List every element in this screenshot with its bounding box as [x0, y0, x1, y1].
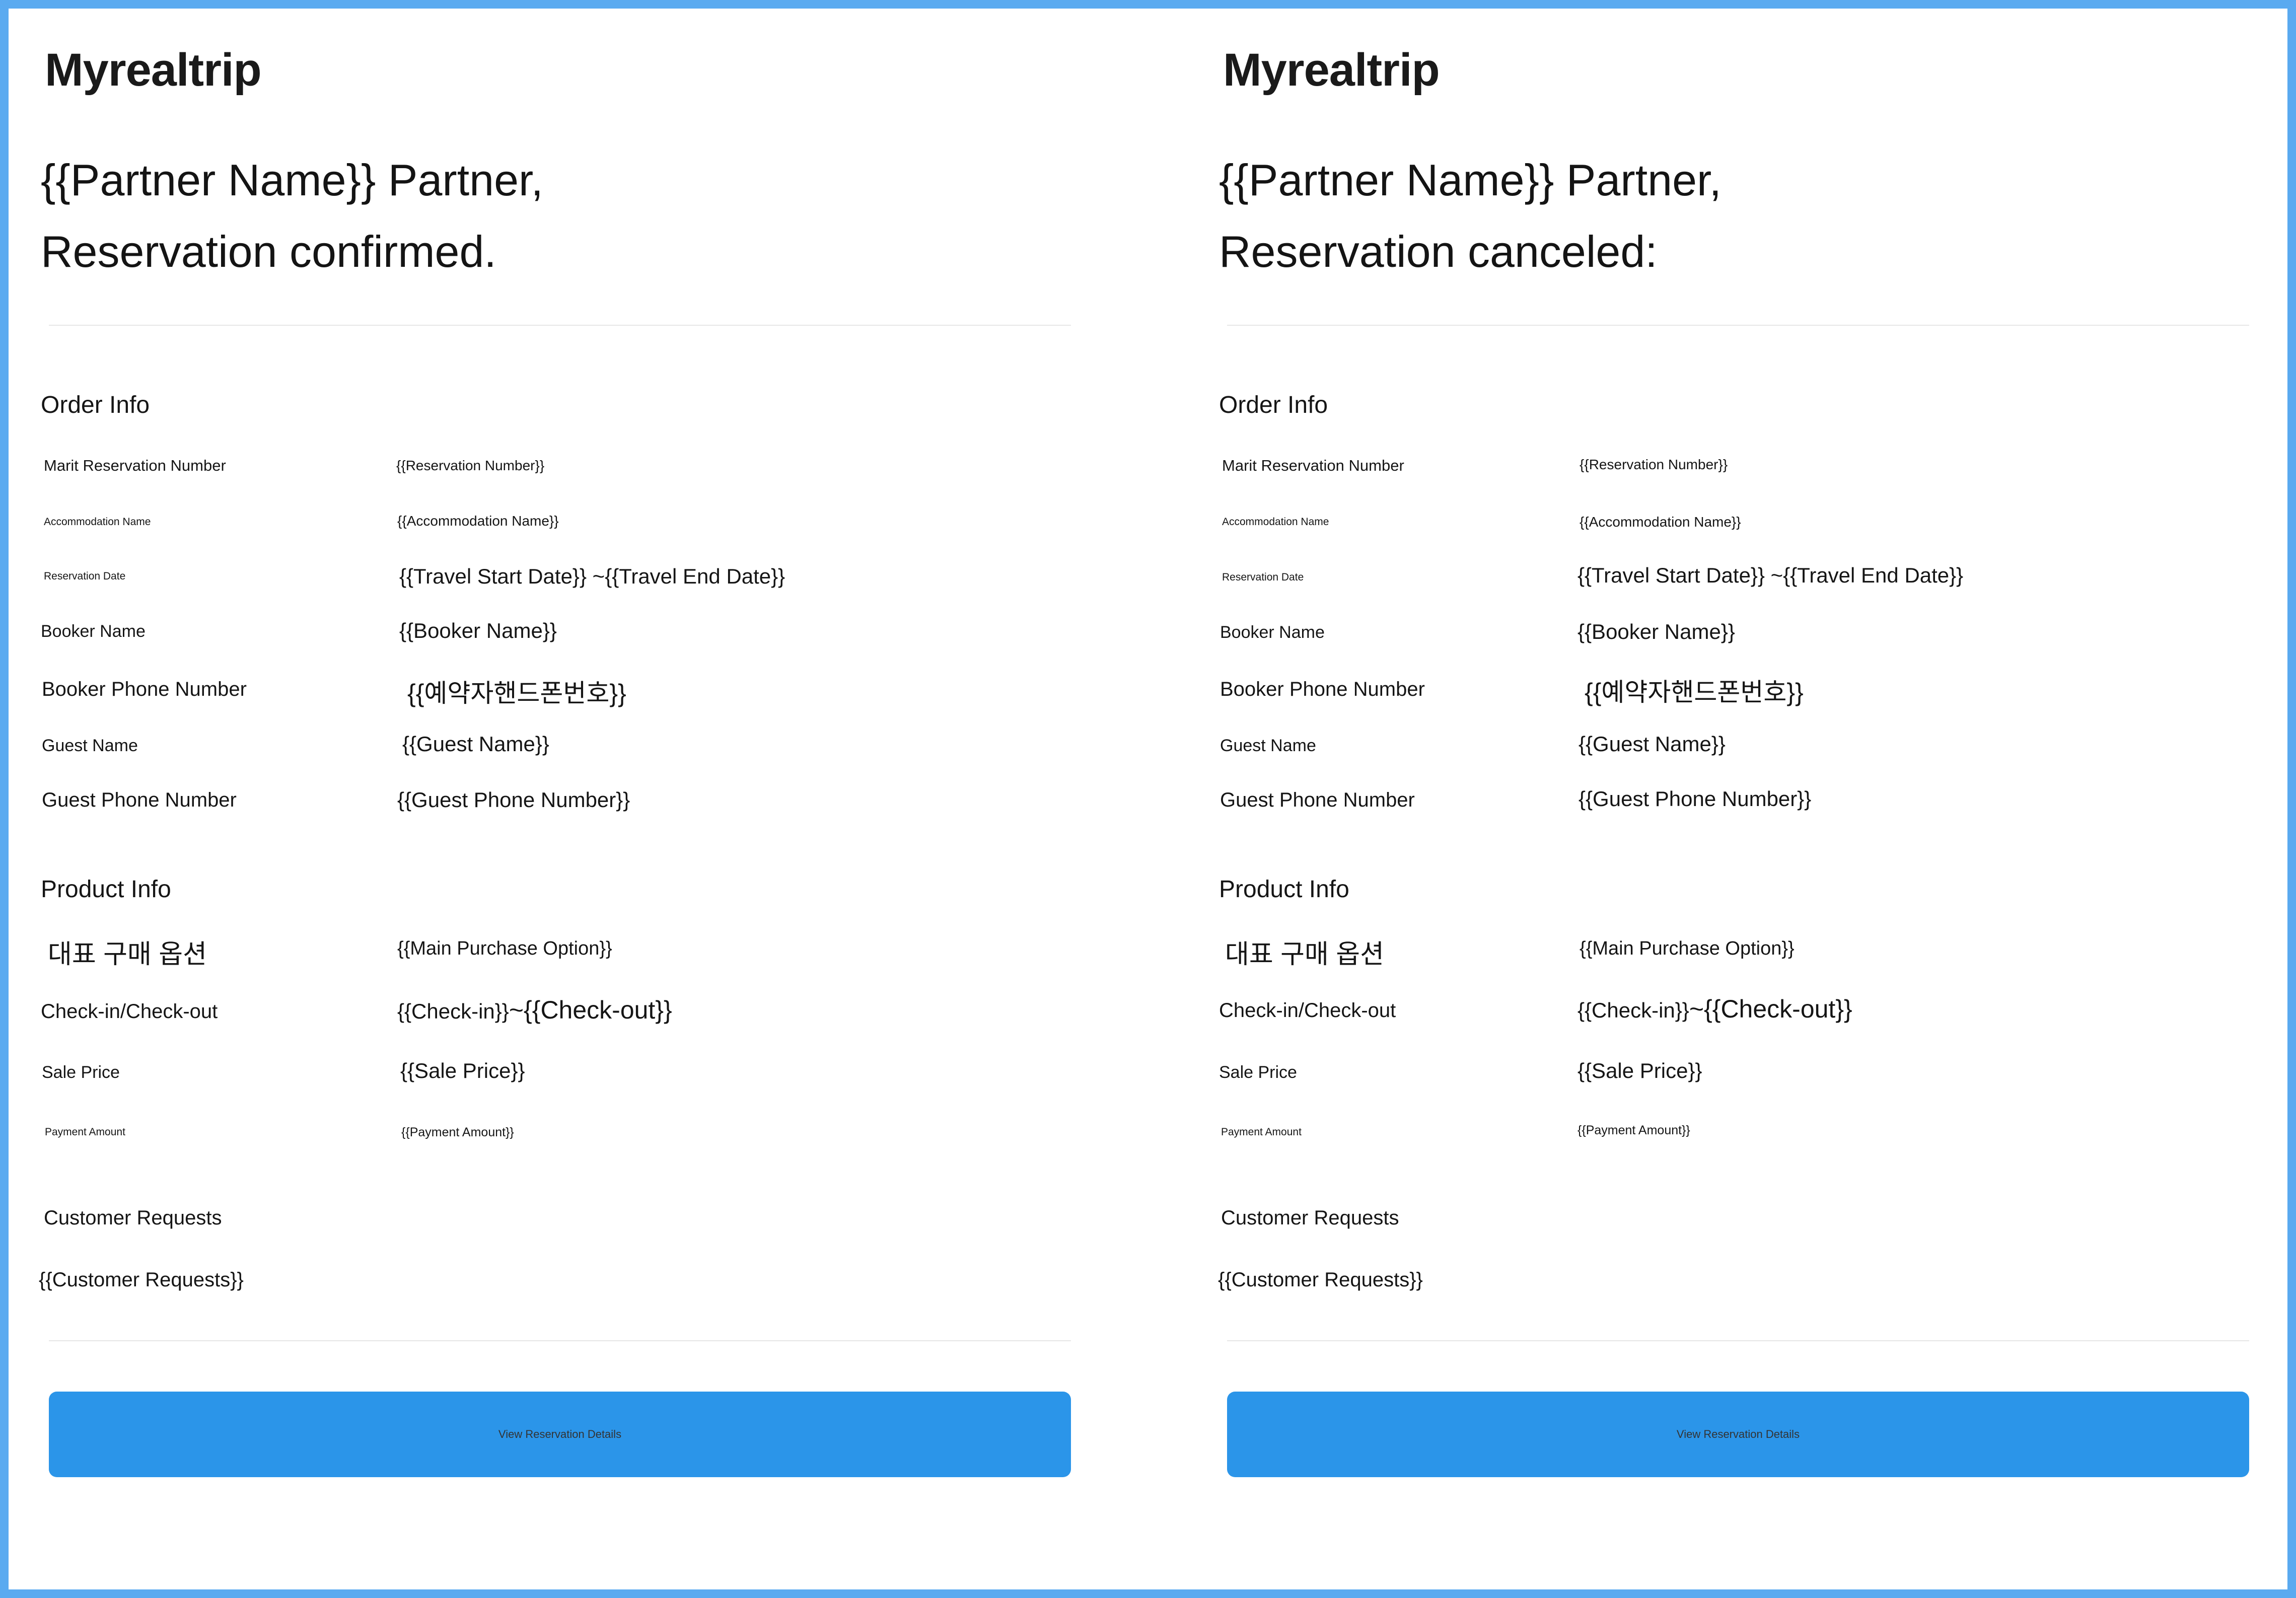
brand-logo: Myrealtrip [1223, 44, 1440, 96]
accommodation-name-value: {{Accommodation Name}} [1580, 514, 1741, 530]
view-reservation-details-label: View Reservation Details [1676, 1428, 1800, 1440]
guest-name-label: Guest Name [42, 736, 138, 755]
payment-amount-value: {{Payment Amount}} [1577, 1123, 1690, 1137]
email-preview-frame: Myrealtrip {{Partner Name}} Partner, Res… [9, 9, 2287, 1589]
accommodation-name-value: {{Accommodation Name}} [397, 513, 559, 529]
reservation-number-value: {{Reservation Number}} [1580, 457, 1728, 472]
product-info-heading: Product Info [41, 876, 171, 903]
reservation-date-label: Reservation Date [44, 570, 126, 582]
payment-amount-label: Payment Amount [45, 1126, 125, 1138]
checkin-checkout-value: {{Check-in}}~{{Check-out}} [1577, 994, 1852, 1024]
bottom-divider [49, 1340, 1071, 1341]
reservation-date-value: {{Travel Start Date}} ~{{Travel End Date… [399, 564, 785, 588]
guest-name-value: {{Guest Name}} [1578, 732, 1726, 756]
order-info-heading: Order Info [41, 392, 150, 418]
customer-requests-value: {{Customer Requests}} [1218, 1269, 1423, 1291]
sale-price-label: Sale Price [42, 1063, 120, 1082]
sale-price-value: {{Sale Price}} [400, 1059, 525, 1082]
checkin-checkout-label: Check-in/Check-out [1219, 999, 1396, 1022]
booker-name-label: Booker Name [41, 622, 146, 641]
guest-phone-label: Guest Phone Number [1220, 789, 1415, 811]
sale-price-value: {{Sale Price}} [1577, 1059, 1702, 1082]
confirmed-email-panel: Myrealtrip {{Partner Name}} Partner, Res… [9, 9, 1162, 1589]
product-info-heading: Product Info [1219, 876, 1349, 903]
brand-logo: Myrealtrip [45, 44, 262, 96]
reservation-date-value: {{Travel Start Date}} ~{{Travel End Date… [1577, 563, 1964, 587]
booker-phone-label: Booker Phone Number [1220, 678, 1425, 700]
view-reservation-details-label: View Reservation Details [498, 1428, 622, 1440]
view-reservation-details-button[interactable]: View Reservation Details [1227, 1392, 2249, 1477]
booker-phone-value: {{예약자핸드폰번호}} [1585, 678, 1804, 706]
greeting-line1: {{Partner Name}} Partner, [41, 155, 543, 205]
guest-phone-label: Guest Phone Number [42, 789, 237, 811]
customer-requests-value: {{Customer Requests}} [39, 1269, 244, 1291]
reservation-date-label: Reservation Date [1222, 571, 1304, 583]
reservation-number-value: {{Reservation Number}} [396, 458, 545, 473]
view-reservation-details-button[interactable]: View Reservation Details [49, 1392, 1071, 1477]
greeting-line1: {{Partner Name}} Partner, [1219, 155, 1721, 205]
main-option-label: 대표 구매 옵션 [48, 940, 207, 969]
booker-name-label: Booker Name [1220, 623, 1325, 642]
top-divider [49, 325, 1071, 326]
booker-phone-value: {{예약자핸드폰번호}} [407, 679, 626, 707]
checkin-checkout-label: Check-in/Check-out [41, 1000, 218, 1023]
checkin-value: {{Check-in}} [397, 999, 509, 1023]
main-option-label: 대표 구매 옵션 [1225, 940, 1384, 969]
main-option-value: {{Main Purchase Option}} [1580, 938, 1795, 959]
payment-amount-label: Payment Amount [1221, 1126, 1302, 1138]
greeting-line2: Reservation confirmed. [41, 227, 496, 276]
greeting-line2: Reservation canceled: [1219, 227, 1658, 276]
checkin-value: {{Check-in}} [1577, 998, 1689, 1022]
booker-phone-label: Booker Phone Number [42, 678, 247, 700]
checkout-value: ~{{Check-out}} [509, 996, 672, 1024]
guest-phone-value: {{Guest Phone Number}} [397, 788, 630, 812]
customer-requests-heading: Customer Requests [44, 1207, 222, 1229]
main-option-value: {{Main Purchase Option}} [397, 938, 612, 959]
checkin-checkout-value: {{Check-in}}~{{Check-out}} [397, 995, 672, 1025]
reservation-number-label: Marit Reservation Number [44, 457, 226, 474]
guest-phone-value: {{Guest Phone Number}} [1578, 787, 1812, 811]
order-info-heading: Order Info [1219, 392, 1328, 418]
guest-name-value: {{Guest Name}} [402, 732, 549, 756]
reservation-number-label: Marit Reservation Number [1222, 457, 1404, 474]
booker-name-value: {{Booker Name}} [399, 619, 557, 642]
sale-price-label: Sale Price [1219, 1063, 1297, 1082]
payment-amount-value: {{Payment Amount}} [401, 1125, 514, 1139]
bottom-divider [1227, 1340, 2249, 1341]
accommodation-name-label: Accommodation Name [44, 516, 151, 528]
guest-name-label: Guest Name [1220, 736, 1316, 755]
top-divider [1227, 325, 2249, 326]
booker-name-value: {{Booker Name}} [1577, 620, 1735, 643]
canceled-email-panel: Myrealtrip {{Partner Name}} Partner, Res… [1187, 9, 2296, 1589]
customer-requests-heading: Customer Requests [1221, 1207, 1399, 1229]
checkout-value: ~{{Check-out}} [1689, 995, 1852, 1023]
accommodation-name-label: Accommodation Name [1222, 516, 1329, 528]
